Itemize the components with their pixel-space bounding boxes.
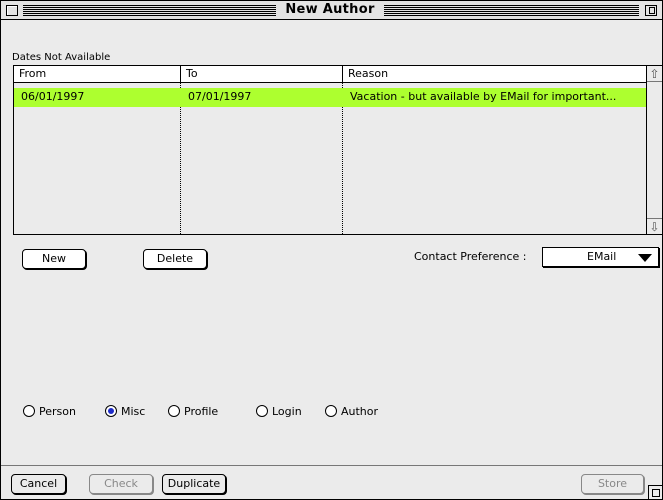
table-header: From To Reason [14, 66, 648, 83]
radio-profile[interactable]: Profile [168, 403, 218, 419]
radio-circle [256, 405, 268, 417]
popup-arrow-icon [638, 254, 652, 262]
title-bar[interactable]: New Author [1, 1, 662, 20]
radio-circle-selected [105, 405, 117, 417]
radio-misc[interactable]: Misc [105, 403, 145, 419]
radio-label-profile: Profile [184, 404, 219, 418]
contact-preference-label: Contact Preference : [414, 250, 527, 263]
store-button[interactable]: Store [581, 474, 644, 494]
radio-label-author: Author [341, 404, 379, 418]
radio-circle [325, 405, 337, 417]
radio-label-misc: Misc [121, 404, 146, 418]
column-header-reason[interactable]: Reason [343, 66, 648, 82]
footer-divider [1, 465, 662, 466]
title-bar-stripes-right [384, 5, 639, 16]
table-row[interactable]: 06/01/1997 07/01/1997 Vacation - but ava… [14, 88, 647, 107]
cell-from: 06/01/1997 [21, 90, 85, 103]
contact-preference-value: EMail [587, 250, 617, 263]
new-author-window: New Author Dates Not Available From To R… [0, 0, 663, 500]
radio-person[interactable]: Person [23, 403, 76, 419]
new-button[interactable]: New [22, 249, 86, 269]
scroll-up-arrow-icon[interactable]: ⇧ [647, 66, 662, 82]
dates-table[interactable]: From To Reason 06/01/1997 07/01/1997 Vac… [13, 65, 663, 235]
radio-login[interactable]: Login [256, 403, 302, 419]
contact-preference-select[interactable]: EMail [542, 247, 659, 267]
check-button[interactable]: Check [89, 474, 153, 494]
close-box-icon[interactable] [6, 5, 18, 16]
zoom-box-icon[interactable] [645, 5, 657, 16]
dates-not-available-label: Dates Not Available [12, 52, 111, 63]
radio-circle [23, 405, 35, 417]
title-bar-stripes-left [23, 5, 276, 16]
delete-button[interactable]: Delete [143, 249, 207, 269]
window-title: New Author [276, 2, 384, 17]
table-scrollbar[interactable]: ⇧ ⇩ [646, 66, 662, 234]
scroll-down-arrow-icon[interactable]: ⇩ [647, 218, 662, 234]
column-header-from[interactable]: From [14, 66, 181, 82]
cell-to: 07/01/1997 [188, 90, 252, 103]
radio-author[interactable]: Author [325, 403, 378, 419]
duplicate-button[interactable]: Duplicate [162, 474, 226, 494]
cancel-button[interactable]: Cancel [11, 474, 66, 494]
cell-reason: Vacation - but available by EMail for im… [350, 90, 617, 103]
radio-circle [168, 405, 180, 417]
column-header-to[interactable]: To [181, 66, 343, 82]
radio-label-person: Person [39, 404, 76, 418]
radio-label-login: Login [272, 404, 302, 418]
resize-grow-icon[interactable] [648, 485, 662, 499]
